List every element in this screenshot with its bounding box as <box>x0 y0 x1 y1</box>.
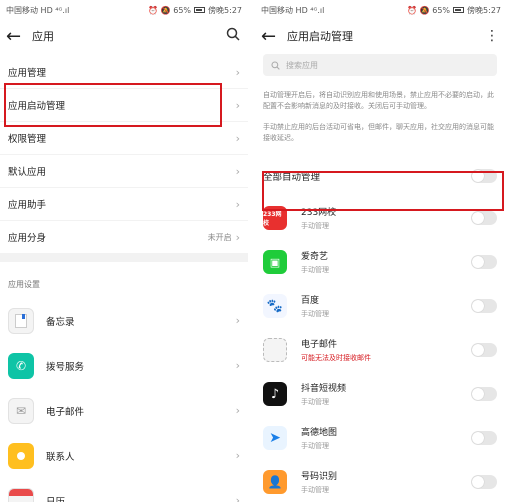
app-item-dialer[interactable]: ✆ 拨号服务 › <box>0 343 248 388</box>
page-title: 应用启动管理 <box>287 30 353 43</box>
search-icon <box>271 60 280 70</box>
carrier-text: 中国移动 HD ⁴ᴳ.ıl <box>261 5 325 15</box>
battery-icon <box>453 7 465 13</box>
time-text: 傍晚5:27 <box>467 5 501 15</box>
menu-app-assistant[interactable]: 应用助手 › <box>0 188 248 221</box>
app-bar: ← 应用 <box>0 20 248 52</box>
status-right: ⏰ 🔕 65% 傍晚5:27 <box>148 5 242 16</box>
carrier-text: 中国移动 HD ⁴ᴳ.ıl <box>6 5 70 15</box>
mail-icon: ✉ <box>8 397 34 424</box>
app-toggle[interactable] <box>471 299 497 313</box>
chevron-right-icon: › <box>235 404 240 417</box>
app-launch-list: 233网校 233网校 手动管理 ▣ 爱奇艺 手动管理 🐾 百度 手动管理 电子邮件可… <box>255 196 507 502</box>
time-text: 傍晚5:27 <box>208 5 242 15</box>
section-title: 应用设置 <box>8 279 40 289</box>
chevron-right-icon: › <box>235 197 240 211</box>
menu-app-twin[interactable]: 应用分身 未开启 › <box>0 221 248 254</box>
app-item-contacts[interactable]: 联系人 › <box>0 433 248 478</box>
status-right: ⏰ 🔕 65% 傍晚5:27 <box>407 5 501 16</box>
notes-icon <box>8 307 34 334</box>
chevron-right-icon: › <box>235 314 240 327</box>
app-item-email[interactable]: ✉ 电子邮件 › <box>0 388 248 433</box>
status-icons: ⏰ 🔕 65% <box>407 5 451 15</box>
app-toggle[interactable] <box>471 475 497 489</box>
back-arrow-icon[interactable]: ← <box>261 26 287 47</box>
app-toggle[interactable] <box>471 255 497 269</box>
amap-icon: ➤ <box>263 426 287 450</box>
chevron-right-icon: › <box>235 449 240 462</box>
highlight-box-all-auto <box>262 171 504 211</box>
page-title: 应用 <box>32 30 54 43</box>
mail-icon <box>263 338 287 362</box>
chevron-right-icon: › <box>235 164 240 178</box>
app-toggle[interactable] <box>471 431 497 445</box>
screen-gap <box>248 0 255 502</box>
chevron-right-icon: › <box>235 65 240 79</box>
back-arrow-icon[interactable]: ← <box>6 26 32 47</box>
auto-manage-description: 自动管理开启后，将自动识别应用和使用场景，禁止应用不必要的启动，此配置不会影响新… <box>263 91 494 110</box>
search-placeholder: 搜索应用 <box>286 60 318 70</box>
contacts-icon <box>8 442 34 469</box>
app-settings-list: 备忘录 › ✆ 拨号服务 › ✉ 电子邮件 › 联系人 › 日历 › <box>0 298 248 502</box>
app-bar: ← 应用启动管理 ⋮ <box>255 20 507 52</box>
status-bar: 中国移动 HD ⁴ᴳ.ıl ⏰ 🔕 65% 傍晚5:27 <box>255 0 507 20</box>
highlight-box-launch <box>4 83 222 127</box>
phone-icon: ✆ <box>8 352 34 379</box>
app-row-amap: ➤ 高德地图 手动管理 <box>255 416 507 460</box>
number-id-icon: 👤 <box>263 470 287 494</box>
search-input[interactable]: 搜索应用 <box>263 54 497 76</box>
status-icons: ⏰ 🔕 65% <box>148 5 192 15</box>
app-row-number-id: 👤 号码识别 手动管理 <box>255 460 507 502</box>
chevron-right-icon: › <box>235 359 240 372</box>
right-screen: 中国移动 HD ⁴ᴳ.ıl ⏰ 🔕 65% 傍晚5:27 ← 应用启动管理 ⋮ … <box>255 0 507 502</box>
app-row-iqiyi: ▣ 爱奇艺 手动管理 <box>255 240 507 284</box>
app-row-email: 电子邮件 可能无法及时接收邮件 <box>255 328 507 372</box>
left-screen: 中国移动 HD ⁴ᴳ.ıl ⏰ 🔕 65% 傍晚5:27 ← 应用 应用管理 ›… <box>0 0 248 502</box>
baidu-paw-icon: 🐾 <box>263 294 287 318</box>
manual-manage-description: 手动禁止应用的后台活动可省电，但邮件，聊天应用，社交应用的消息可能接收延迟。 <box>263 123 494 142</box>
more-vert-icon[interactable]: ⋮ <box>483 28 501 44</box>
chevron-right-icon: › <box>235 230 240 244</box>
app-toggle[interactable] <box>471 211 497 225</box>
iqiyi-icon: ▣ <box>263 250 287 274</box>
chevron-right-icon: › <box>235 131 240 145</box>
chevron-right-icon: › <box>235 98 240 112</box>
search-icon[interactable] <box>224 27 242 45</box>
menu-default-apps[interactable]: 默认应用 › <box>0 155 248 188</box>
twin-status-value: 未开启 <box>207 232 232 242</box>
app-row-baidu: 🐾 百度 手动管理 <box>255 284 507 328</box>
app-row-douyin: ♪ 抖音短视频 手动管理 <box>255 372 507 416</box>
calendar-icon <box>8 487 34 502</box>
status-bar: 中国移动 HD ⁴ᴳ.ıl ⏰ 🔕 65% 傍晚5:27 <box>0 0 248 20</box>
chevron-right-icon: › <box>235 494 240 502</box>
section-divider <box>0 254 248 262</box>
app-item-notes[interactable]: 备忘录 › <box>0 298 248 343</box>
app-item-calendar[interactable]: 日历 › <box>0 478 248 502</box>
app-toggle[interactable] <box>471 387 497 401</box>
battery-icon <box>194 7 206 13</box>
douyin-icon: ♪ <box>263 382 287 406</box>
app-toggle[interactable] <box>471 343 497 357</box>
